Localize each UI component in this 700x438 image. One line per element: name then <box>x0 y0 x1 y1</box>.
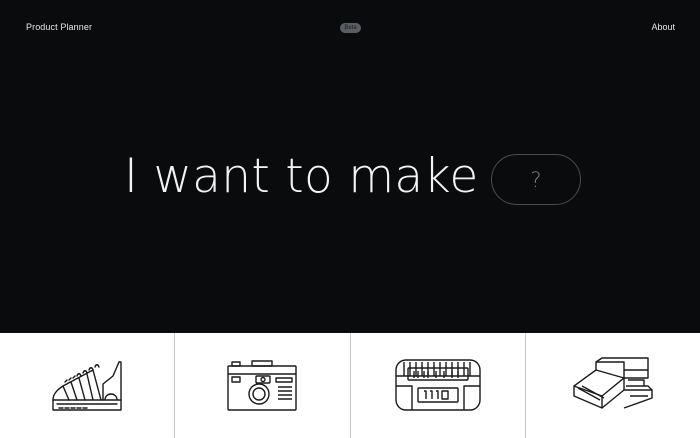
product-input[interactable]: ? <box>491 154 581 205</box>
hero-section: Product Planner Beta About I want to mak… <box>0 0 700 333</box>
brand-logo[interactable]: Product Planner <box>26 22 92 32</box>
product-tile-keyboard[interactable] <box>0 333 176 438</box>
product-tile-box[interactable] <box>526 333 700 438</box>
camera-icon <box>227 359 298 411</box>
about-link[interactable]: About <box>651 22 675 32</box>
keyboard-icon <box>52 360 122 411</box>
beta-badge: Beta <box>340 23 361 33</box>
product-input-placeholder: ? <box>530 167 542 192</box>
product-tile-camera[interactable] <box>175 333 351 438</box>
radio-icon <box>394 358 481 411</box>
box-icon <box>573 356 653 409</box>
product-tile-radio[interactable] <box>351 333 526 438</box>
headline: I want to make <box>124 149 479 204</box>
product-grid <box>0 333 700 438</box>
